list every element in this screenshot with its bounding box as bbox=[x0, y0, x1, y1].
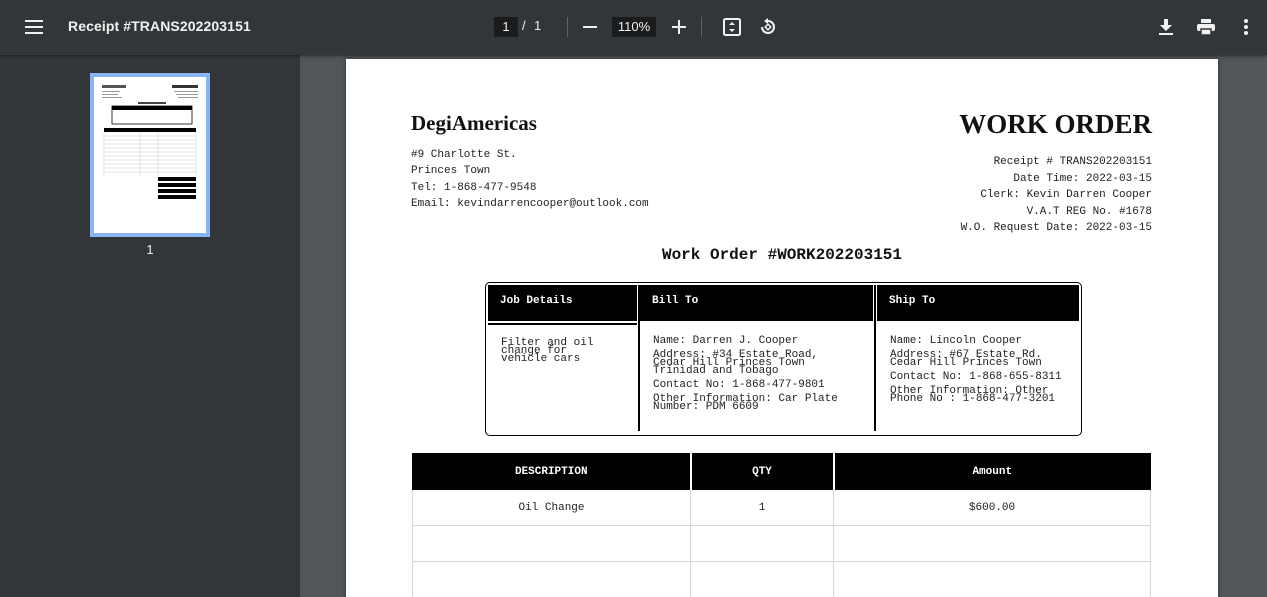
page-total: 1 bbox=[534, 18, 542, 33]
phone-line: Tel: 1-868-477-9548 bbox=[411, 182, 537, 194]
download-icon[interactable] bbox=[1151, 12, 1181, 42]
amount-cell bbox=[833, 525, 1151, 562]
thumbnail-preview-icon bbox=[102, 85, 198, 199]
more-options-icon[interactable] bbox=[1231, 12, 1261, 42]
document-title: Receipt #TRANS202203151 bbox=[68, 18, 251, 34]
description-cell: Oil Change bbox=[412, 489, 691, 526]
amount-cell bbox=[833, 561, 1151, 597]
page-separator: / bbox=[522, 18, 526, 33]
details-box: Job Details Bill To Ship To Filter and o… bbox=[485, 282, 1082, 436]
ship-to-header: Ship To bbox=[877, 285, 1079, 321]
work-order-number: Work Order #WORK202203151 bbox=[661, 246, 903, 264]
ship-to-name: Name: Lincoln Cooper bbox=[890, 335, 1023, 347]
document-heading: WORK ORDER bbox=[959, 109, 1152, 139]
qty-cell bbox=[690, 525, 834, 562]
menu-icon[interactable] bbox=[19, 12, 49, 42]
clerk-name: Clerk: Kevin Darren Cooper bbox=[980, 189, 1152, 201]
zoom-level-input[interactable]: 110% bbox=[612, 17, 656, 37]
print-icon[interactable] bbox=[1191, 12, 1221, 42]
thumbnail-page-number: 1 bbox=[146, 242, 154, 257]
fit-to-page-icon[interactable] bbox=[717, 12, 747, 42]
table-row bbox=[412, 525, 1151, 562]
toolbar-divider bbox=[701, 17, 702, 37]
qty-cell: 1 bbox=[690, 489, 834, 526]
amount-cell: $600.00 bbox=[833, 489, 1151, 526]
receipt-number: Receipt # TRANS202203151 bbox=[993, 156, 1152, 168]
ship-to-address: Cedar Hill Princes Town bbox=[890, 357, 1042, 369]
header-underline bbox=[877, 319, 1079, 321]
description-column-header: DESCRIPTION bbox=[412, 453, 691, 490]
rotate-icon[interactable] bbox=[753, 12, 783, 42]
date-time: Date Time: 2022-03-15 bbox=[1013, 173, 1152, 185]
ship-to-contact: Contact No: 1-868-655-8311 bbox=[890, 371, 1062, 383]
email-line: Email: kevindarrencooper@outlook.com bbox=[411, 198, 649, 210]
description-cell bbox=[412, 561, 691, 597]
job-details-text: Filter and oil change for vehicle cars bbox=[501, 338, 593, 365]
thumbnail-sidebar: 1 bbox=[0, 55, 300, 597]
table-row: Oil Change 1 $600.00 bbox=[412, 489, 1151, 526]
amount-column-header: Amount bbox=[832, 453, 1151, 490]
toolbar-divider bbox=[567, 17, 568, 37]
column-divider bbox=[638, 285, 640, 431]
job-details-line: vehicle cars bbox=[501, 353, 581, 365]
table-header-row: DESCRIPTION QTY Amount bbox=[412, 453, 1151, 490]
header-underline bbox=[640, 319, 873, 321]
qty-column-header: QTY bbox=[689, 453, 834, 490]
address-line: #9 Charlotte St. bbox=[411, 149, 517, 161]
bill-to-name: Name: Darren J. Cooper bbox=[653, 335, 799, 347]
description-cell bbox=[412, 525, 691, 562]
bill-to-header: Bill To bbox=[640, 285, 873, 321]
document-viewer[interactable]: DegiAmericas #9 Charlotte St. Princes To… bbox=[300, 55, 1267, 597]
request-date: W.O. Request Date: 2022-03-15 bbox=[960, 222, 1152, 234]
ship-to-text: Name: Lincoln Cooper Address: #67 Estate… bbox=[890, 335, 1062, 405]
company-name: DegiAmericas bbox=[411, 111, 537, 135]
pdf-page: DegiAmericas #9 Charlotte St. Princes To… bbox=[346, 59, 1218, 597]
ship-to-other: Phone No : 1-868-477-3201 bbox=[890, 393, 1056, 405]
table-row bbox=[412, 561, 1151, 597]
bill-to-text: Name: Darren J. Cooper Address: #34 Esta… bbox=[653, 335, 838, 413]
bill-to-contact: Contact No: 1-868-477-9801 bbox=[653, 379, 825, 391]
qty-cell bbox=[690, 561, 834, 597]
job-details-header: Job Details bbox=[488, 285, 637, 321]
line-items-table: DESCRIPTION QTY Amount Oil Change 1 $600… bbox=[412, 453, 1151, 597]
header-underline bbox=[488, 323, 637, 325]
vat-reg-number: V.A.T REG No. #1678 bbox=[1026, 206, 1152, 218]
bill-to-address: Trinidad and Tobago bbox=[653, 365, 779, 377]
address-line: Princes Town bbox=[411, 165, 491, 177]
zoom-in-icon[interactable] bbox=[664, 12, 694, 42]
zoom-out-icon[interactable] bbox=[575, 12, 605, 42]
pdf-toolbar: Receipt #TRANS202203151 1 / 1 110% bbox=[0, 0, 1267, 55]
page-thumbnail[interactable] bbox=[90, 73, 210, 237]
page-number-input[interactable]: 1 bbox=[494, 17, 518, 37]
column-divider bbox=[874, 285, 876, 431]
